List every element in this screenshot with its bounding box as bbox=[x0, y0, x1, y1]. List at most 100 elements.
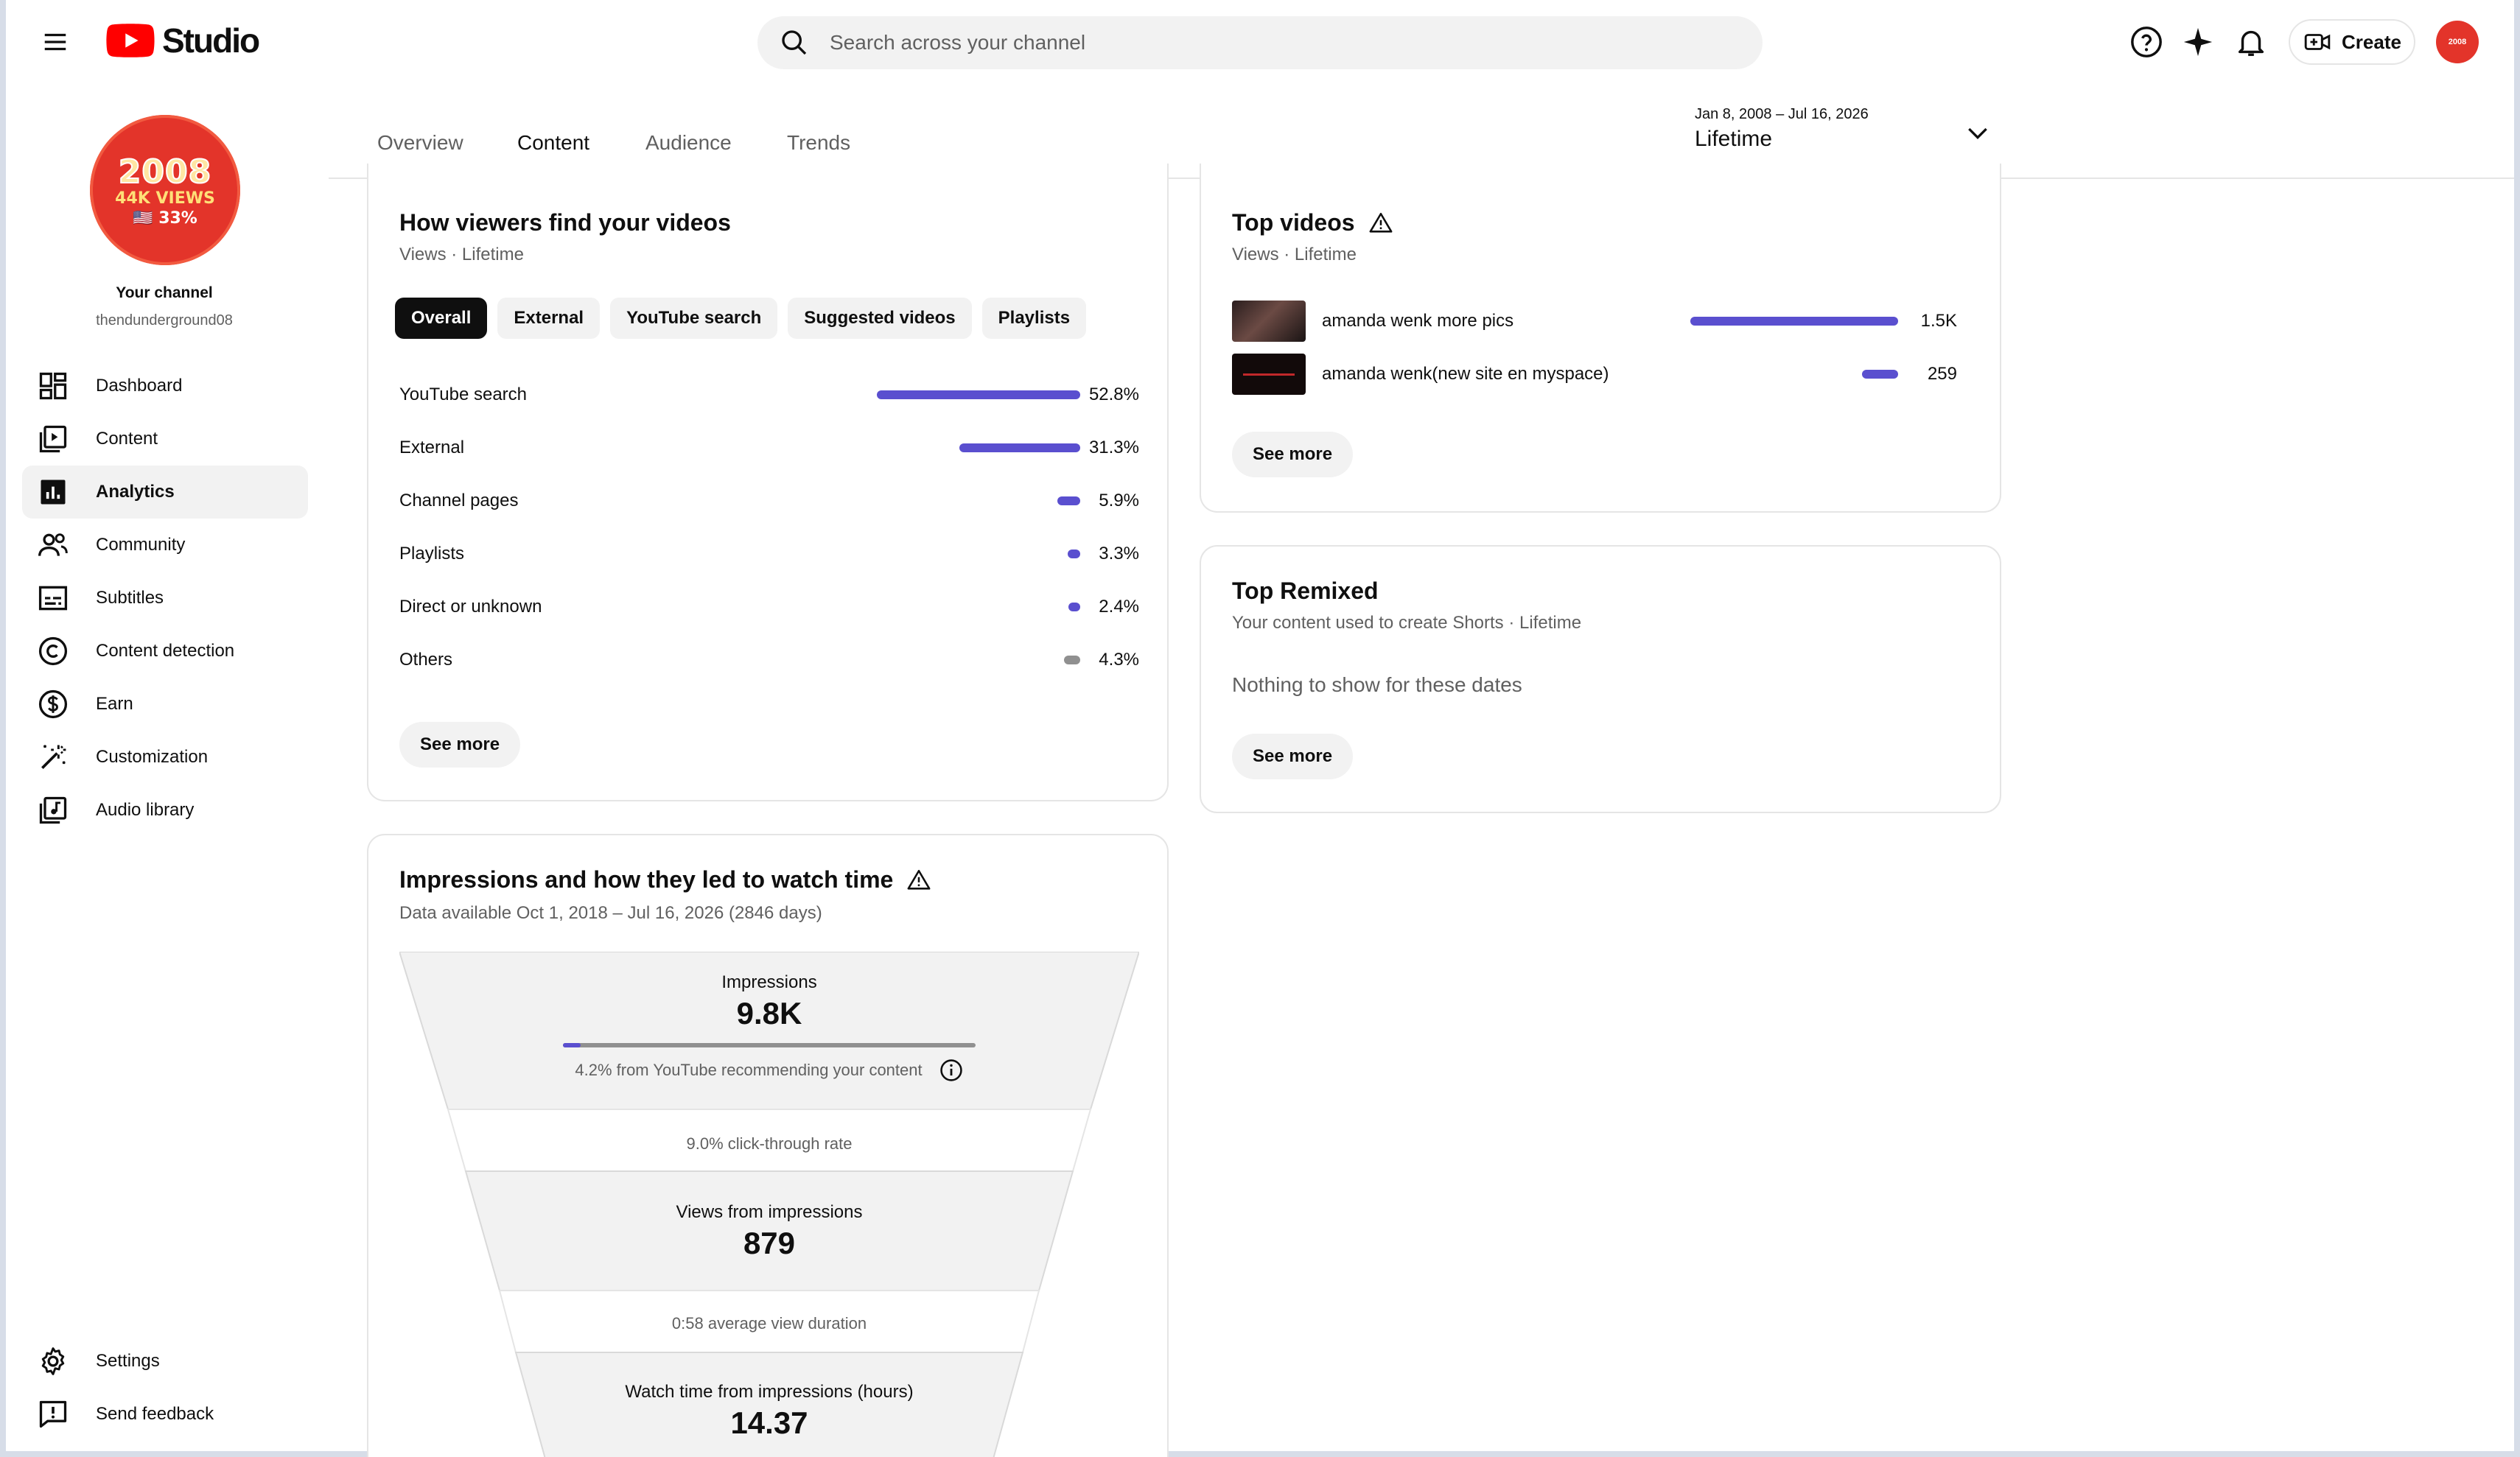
search-bar[interactable] bbox=[757, 16, 1763, 69]
top-video-row[interactable]: amanda wenk more pics 1.5K bbox=[1232, 299, 1972, 343]
card-subtitle: Views · Lifetime bbox=[399, 245, 524, 264]
funnel-stage-watch-time bbox=[514, 1352, 1024, 1457]
create-video-icon bbox=[2304, 34, 2331, 50]
video-thumbnail[interactable] bbox=[1232, 301, 1306, 342]
sidebar-item-label: Earn bbox=[96, 694, 133, 714]
warning-icon[interactable] bbox=[1368, 211, 1393, 236]
video-bar-track bbox=[1655, 370, 1898, 379]
sidebar-item-settings[interactable]: Settings bbox=[22, 1335, 308, 1388]
sidebar-item-customization[interactable]: Customization bbox=[22, 731, 308, 784]
studio-logo[interactable]: Studio bbox=[106, 21, 260, 60]
account-avatar[interactable]: 2008 bbox=[2436, 21, 2479, 63]
create-label: Create bbox=[2342, 30, 2401, 53]
sidebar-item-content[interactable]: Content bbox=[22, 412, 308, 466]
warning-icon[interactable] bbox=[906, 868, 931, 893]
sidebar-item-label: Community bbox=[96, 535, 186, 555]
see-more-button[interactable]: See more bbox=[1232, 432, 1354, 477]
traffic-source-label: Direct or unknown bbox=[399, 597, 542, 617]
sidebar-item-label: Customization bbox=[96, 747, 209, 767]
sidebar-item-analytics[interactable]: Analytics bbox=[22, 466, 308, 519]
avd-note: 0:58 average view duration bbox=[671, 1314, 867, 1333]
sidebar-item-audio-library[interactable]: Audio library bbox=[22, 784, 308, 837]
sidebar-item-label: Content bbox=[96, 429, 158, 449]
date-range-label[interactable]: Lifetime bbox=[1695, 127, 1772, 152]
impressions-value: 9.8K bbox=[736, 996, 802, 1031]
traffic-source-bar bbox=[1068, 603, 1080, 611]
traffic-bar-track bbox=[841, 443, 1080, 452]
traffic-source-percent: 4.3% bbox=[1099, 650, 1139, 670]
traffic-source-bar bbox=[959, 443, 1080, 452]
community-icon bbox=[38, 533, 68, 556]
traffic-source-bar bbox=[1063, 656, 1080, 664]
sidebar-item-label: Analytics bbox=[96, 482, 175, 502]
traffic-source-label: Playlists bbox=[399, 544, 465, 564]
analytics-icon bbox=[41, 480, 66, 505]
sidebar-item-content-detection[interactable]: Content detection bbox=[22, 625, 308, 678]
create-button[interactable]: Create bbox=[2289, 19, 2415, 65]
date-range-dates[interactable]: Jan 8, 2008 – Jul 16, 2026 bbox=[1695, 106, 1869, 123]
sidebar-item-earn[interactable]: Earn bbox=[22, 678, 308, 731]
card-title: How viewers find your videos bbox=[399, 209, 731, 236]
chip-suggested-videos[interactable]: Suggested videos bbox=[788, 298, 972, 339]
channel-title: Your channel bbox=[116, 284, 213, 301]
sidebar-item-subtitles[interactable]: Subtitles bbox=[22, 572, 308, 625]
chip-external[interactable]: External bbox=[497, 298, 601, 339]
chip-youtube-search[interactable]: YouTube search bbox=[610, 298, 778, 339]
traffic-source-bar bbox=[1067, 550, 1080, 558]
see-more-button[interactable]: See more bbox=[399, 722, 521, 768]
video-thumbnail[interactable] bbox=[1232, 354, 1306, 395]
traffic-source-bar bbox=[877, 390, 1080, 399]
card-title: Top Remixed bbox=[1232, 577, 1379, 604]
traffic-source-label: Channel pages bbox=[399, 491, 519, 510]
traffic-source-row: YouTube search 52.8% bbox=[399, 380, 1139, 410]
notifications-icon[interactable] bbox=[2234, 25, 2268, 59]
video-views-bar bbox=[1690, 317, 1898, 326]
video-title[interactable]: amanda wenk(new site en myspace) bbox=[1322, 364, 1655, 385]
video-title[interactable]: amanda wenk more pics bbox=[1322, 311, 1655, 331]
chip-playlists[interactable]: Playlists bbox=[981, 298, 1087, 339]
channel-avatar[interactable]: 2008 44K VIEWS 🇺🇸 33% bbox=[90, 115, 240, 265]
sidebar-item-dashboard[interactable]: Dashboard bbox=[22, 359, 308, 412]
sparkle-icon[interactable] bbox=[2181, 25, 2215, 59]
impressions-card: Impressions and how they led to watch ti… bbox=[367, 834, 1169, 1457]
sidebar-item-label: Send feedback bbox=[96, 1404, 214, 1424]
video-views: 1.5K bbox=[1920, 311, 1957, 331]
sidebar-item-label: Audio library bbox=[96, 800, 195, 820]
traffic-source-label: External bbox=[399, 438, 465, 457]
see-more-button[interactable]: See more bbox=[1232, 734, 1354, 779]
traffic-chip-group: Overall External YouTube search Suggeste… bbox=[395, 298, 1087, 339]
window-edge bbox=[2514, 0, 2520, 1457]
youtube-logo-icon bbox=[106, 24, 155, 57]
earn-icon bbox=[38, 689, 68, 719]
top-videos-title-row: Top videos bbox=[1232, 209, 1393, 236]
account-avatar-text: 2008 bbox=[2448, 37, 2467, 46]
traffic-source-row: External 31.3% bbox=[399, 433, 1139, 463]
traffic-source-percent: 52.8% bbox=[1088, 385, 1139, 404]
card-title: Impressions and how they led to watch ti… bbox=[399, 866, 894, 893]
video-bar-track bbox=[1655, 317, 1898, 326]
views-label: Views from impressions bbox=[676, 1202, 863, 1222]
sidebar-item-community[interactable]: Community bbox=[22, 519, 308, 572]
video-views-bar bbox=[1862, 370, 1898, 379]
settings-icon bbox=[41, 1347, 65, 1375]
empty-state-text: Nothing to show for these dates bbox=[1232, 673, 1522, 696]
traffic-source-percent: 5.9% bbox=[1099, 491, 1139, 510]
thumbnail-text-strip bbox=[1243, 373, 1295, 376]
card-subtitle: Views · Lifetime bbox=[1232, 245, 1357, 264]
copyright-icon bbox=[38, 636, 68, 666]
chevron-down-icon[interactable] bbox=[1963, 118, 1992, 147]
search-input[interactable] bbox=[830, 31, 1640, 55]
traffic-source-label: YouTube search bbox=[399, 385, 528, 404]
search-icon bbox=[782, 30, 807, 55]
menu-icon[interactable] bbox=[41, 28, 69, 56]
sidebar-item-send-feedback[interactable]: Send feedback bbox=[22, 1388, 308, 1441]
help-icon[interactable] bbox=[2129, 25, 2163, 59]
top-video-row[interactable]: amanda wenk(new site en myspace) 259 bbox=[1232, 352, 1972, 396]
ctr-note: 9.0% click-through rate bbox=[686, 1134, 853, 1153]
traffic-source-percent: 31.3% bbox=[1088, 438, 1139, 457]
impressions-title-row: Impressions and how they led to watch ti… bbox=[399, 866, 931, 893]
info-icon[interactable] bbox=[939, 1058, 964, 1083]
chip-overall[interactable]: Overall bbox=[395, 298, 488, 339]
channel-avatar-pct: 🇺🇸 33% bbox=[133, 208, 197, 228]
dashboard-icon bbox=[39, 372, 67, 400]
